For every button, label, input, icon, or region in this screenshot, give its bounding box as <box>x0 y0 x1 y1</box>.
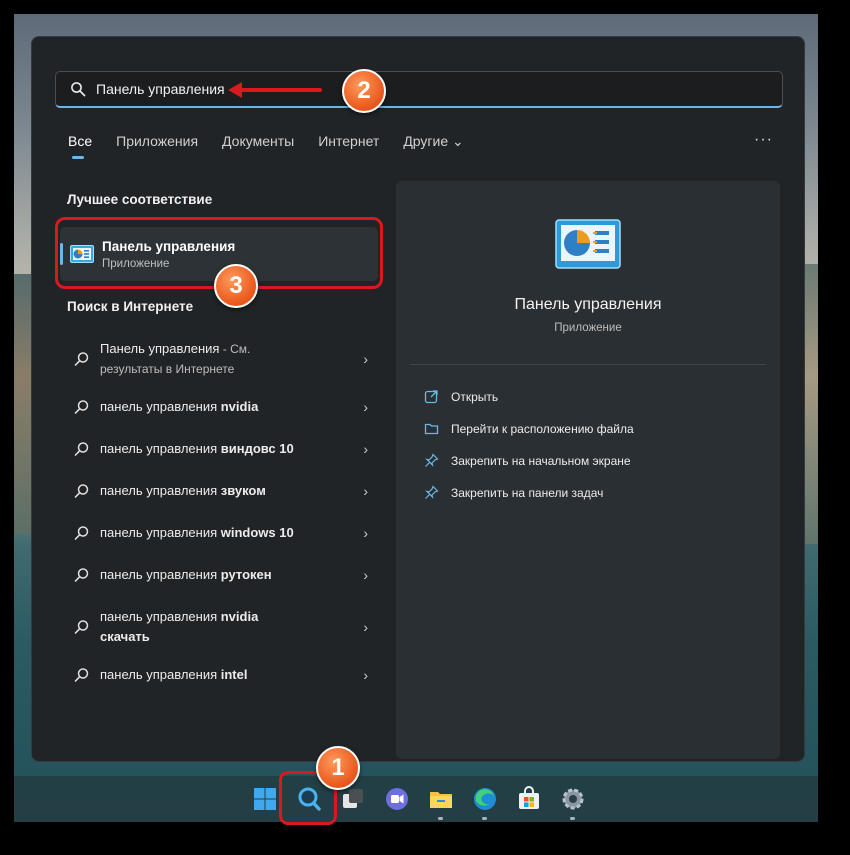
preview-title: Панель управления <box>514 296 662 313</box>
action-label: Закрепить на панели задач <box>451 485 604 500</box>
tab-internet[interactable]: Интернет <box>318 133 379 150</box>
chevron-right-icon: › <box>363 525 368 541</box>
settings-icon[interactable] <box>560 786 586 812</box>
preview-pane: Панель управления Приложение Открыть Пер… <box>396 181 780 759</box>
divider <box>410 364 766 365</box>
action-label: Открыть <box>451 389 499 404</box>
web-result-item[interactable]: панель управления windows 10 › <box>68 523 368 543</box>
preview-subtitle: Приложение <box>554 322 622 334</box>
web-result-bold: звуком <box>220 483 266 498</box>
folder-icon <box>424 423 439 435</box>
tab-all[interactable]: Все <box>68 133 92 159</box>
more-options-button[interactable]: ··· <box>754 131 773 149</box>
best-match-heading: Лучшее соответствие <box>67 192 213 207</box>
running-indicator <box>570 817 575 820</box>
web-result-bold: intel <box>220 667 248 682</box>
chevron-right-icon: › <box>363 567 368 583</box>
action-open[interactable]: Открыть <box>424 389 498 404</box>
web-result-text: панель управления <box>100 609 221 624</box>
web-result-item[interactable]: панель управления nvidia скачать › <box>68 607 368 647</box>
search-query-text: Панель управления <box>96 81 225 97</box>
filter-tabs: Все Приложения Документы Интернет Другие… <box>68 133 464 159</box>
action-open-file-location[interactable]: Перейти к расположению файла <box>424 421 634 436</box>
open-icon <box>424 390 438 404</box>
tab-other[interactable]: Другие ⌄ <box>403 133 463 150</box>
running-indicator <box>482 817 487 820</box>
chevron-right-icon: › <box>363 667 368 683</box>
callout-badge-1: 1 <box>316 746 360 790</box>
search-icon <box>74 484 89 498</box>
search-icon <box>74 568 89 582</box>
web-result-suffix: - См. <box>219 342 251 356</box>
action-label: Перейти к расположению файла <box>451 421 634 436</box>
action-pin-to-taskbar[interactable]: Закрепить на панели задач <box>424 485 603 500</box>
web-result-bold: рутокен <box>220 567 272 582</box>
edge-icon[interactable] <box>472 786 498 812</box>
web-result-bold: виндовс 10 <box>220 441 294 456</box>
search-input[interactable]: Панель управления <box>55 71 783 108</box>
web-result-text: панель управления <box>100 441 221 456</box>
callout-badge-3: 3 <box>214 264 258 308</box>
action-pin-to-start[interactable]: Закрепить на начальном экране <box>424 453 631 468</box>
search-icon <box>74 400 89 414</box>
chevron-right-icon: › <box>363 441 368 457</box>
store-icon[interactable] <box>516 786 542 812</box>
search-panel: Панель управления 2 Все Приложения Докум… <box>31 36 805 762</box>
search-icon <box>74 620 89 634</box>
web-result-item[interactable]: панель управления виндовс 10 › <box>68 439 368 459</box>
web-result-line2: результаты в Интернете <box>100 362 235 376</box>
web-result-text: панель управления <box>100 483 221 498</box>
search-icon <box>74 526 89 540</box>
web-result-text: панель управления <box>100 567 221 582</box>
web-result-text: панель управления <box>100 525 221 540</box>
callout-arrow <box>228 82 322 98</box>
tab-apps[interactable]: Приложения <box>116 133 198 150</box>
web-result-bold: windows 10 <box>220 525 294 540</box>
chevron-right-icon: › <box>363 619 368 635</box>
web-result-item[interactable]: панель управления звуком › <box>68 481 368 501</box>
pin-icon <box>425 453 439 467</box>
chevron-right-icon: › <box>363 483 368 499</box>
file-explorer-icon[interactable] <box>428 786 454 812</box>
tab-documents[interactable]: Документы <box>222 133 294 150</box>
search-icon <box>71 82 86 97</box>
chevron-right-icon: › <box>363 351 368 367</box>
web-result-text: Панель управления <box>100 341 220 356</box>
task-view-icon[interactable] <box>340 786 366 812</box>
teams-chat-icon[interactable] <box>384 786 410 812</box>
web-result-item[interactable]: панель управления nvidia › <box>68 397 368 417</box>
web-result-item[interactable]: панель управления рутокен › <box>68 565 368 585</box>
web-result-text: панель управления <box>100 667 221 682</box>
taskbar <box>14 776 818 822</box>
web-result-item[interactable]: панель управления intel › <box>68 665 368 685</box>
callout-badge-2: 2 <box>342 69 386 113</box>
running-indicator <box>438 817 443 820</box>
pin-icon <box>425 485 439 499</box>
search-icon <box>74 352 89 366</box>
action-label: Закрепить на начальном экране <box>451 453 631 468</box>
web-result-bold: nvidia <box>220 609 259 624</box>
control-panel-icon <box>555 219 621 269</box>
web-result-item[interactable]: Панель управления - См. результаты в Инте… <box>68 339 368 379</box>
web-result-bold: nvidia <box>220 399 259 414</box>
web-result-line2: скачать <box>100 629 150 644</box>
windows-start-icon[interactable] <box>252 786 278 812</box>
search-icon <box>74 668 89 682</box>
chevron-right-icon: › <box>363 399 368 415</box>
web-search-heading: Поиск в Интернете <box>67 299 194 314</box>
search-icon <box>74 442 89 456</box>
web-result-text: панель управления <box>100 399 221 414</box>
